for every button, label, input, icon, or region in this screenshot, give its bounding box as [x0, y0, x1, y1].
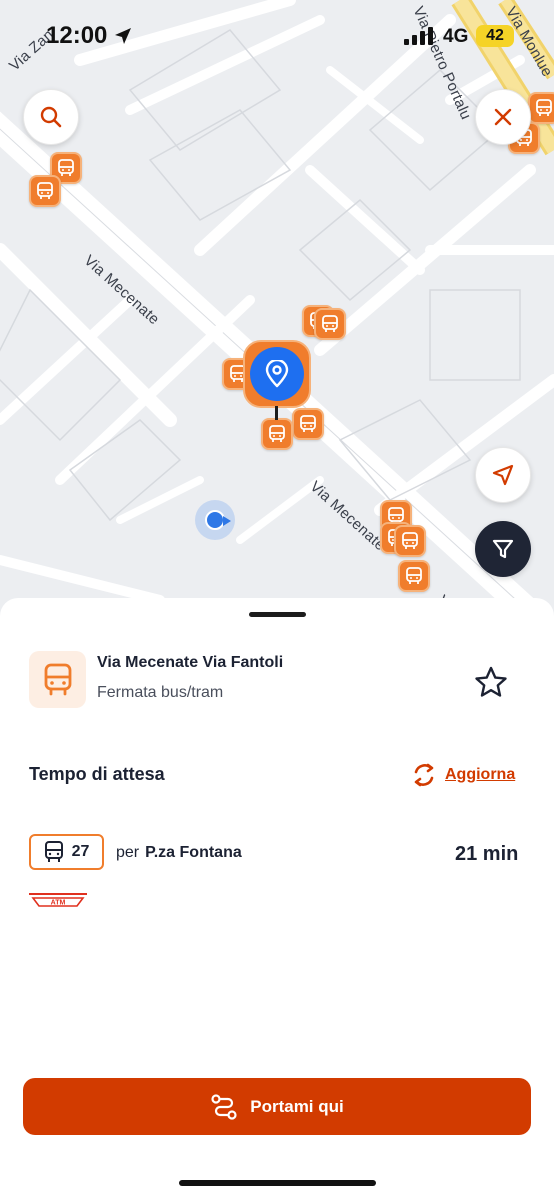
- bus-stop-marker[interactable]: [314, 308, 346, 340]
- refresh-button[interactable]: Aggiorna: [411, 762, 515, 788]
- line-badge: 27: [29, 834, 104, 870]
- stop-detail-sheet: Via Mecenate Via Fantoli Fermata bus/tra…: [0, 598, 554, 1200]
- selected-marker-stem: [275, 406, 278, 420]
- bus-stop-marker[interactable]: [528, 92, 554, 124]
- bus-icon: [44, 841, 63, 862]
- take-me-there-label: Portami qui: [250, 1096, 344, 1116]
- navigation-arrow-icon: [492, 464, 514, 486]
- status-time: 12:00: [46, 22, 108, 49]
- bus-icon: [322, 315, 338, 332]
- stop-name: Via Mecenate Via Fantoli: [97, 654, 284, 671]
- refresh-icon: [414, 763, 434, 787]
- bus-icon: [536, 99, 552, 116]
- heading-indicator: [223, 516, 231, 526]
- svg-text:ATM: ATM: [51, 900, 66, 907]
- take-me-there-button[interactable]: Portami qui: [23, 1078, 531, 1135]
- map-roads: [0, 0, 554, 640]
- home-indicator: [179, 1180, 376, 1186]
- locate-me-button[interactable]: [475, 447, 531, 503]
- selected-stop-pin: [250, 347, 304, 401]
- network-type: 4G: [443, 26, 469, 47]
- search-button[interactable]: [23, 89, 79, 145]
- user-location-marker: [195, 500, 235, 540]
- user-location-dot: [205, 510, 225, 530]
- bus-stop-marker[interactable]: [261, 418, 293, 450]
- battery-indicator: 42: [476, 25, 514, 47]
- bus-stop-marker[interactable]: [394, 525, 426, 557]
- cellular-signal-icon: [404, 27, 433, 45]
- location-services-icon: [115, 28, 131, 44]
- search-icon: [40, 106, 62, 128]
- bus-stop-marker[interactable]: [398, 560, 430, 592]
- waiting-time-title: Tempo di attesa: [29, 764, 165, 784]
- bus-icon: [44, 663, 71, 695]
- bus-icon: [402, 532, 418, 549]
- close-button[interactable]: [475, 89, 531, 145]
- refresh-label: Aggiorna: [445, 766, 516, 783]
- selected-stop-marker[interactable]: [243, 340, 311, 408]
- status-bar: 12:00 4G 42: [0, 0, 554, 72]
- bus-stop-marker[interactable]: [292, 408, 324, 440]
- sheet-grabber[interactable]: [249, 612, 306, 617]
- line-number: 27: [71, 843, 90, 860]
- favorite-button[interactable]: [472, 664, 510, 705]
- bus-icon: [406, 567, 422, 584]
- map[interactable]: Via Mecenate Via Mecenate Via Zan Via Pi…: [0, 0, 554, 640]
- bus-icon: [37, 182, 53, 199]
- destination-prefix: per: [116, 844, 140, 861]
- map-pin-icon: [265, 360, 289, 388]
- filter-button[interactable]: [475, 521, 531, 577]
- close-icon: [494, 108, 512, 126]
- stop-type: Fermata bus/tram: [97, 684, 224, 701]
- bus-stop-marker[interactable]: [29, 175, 61, 207]
- destination-name: P.za Fontana: [145, 844, 242, 861]
- atm-logo: ATM: [29, 892, 87, 913]
- arrival-eta: 21 min: [455, 843, 519, 865]
- bus-icon: [300, 415, 316, 432]
- destination: per P.za Fontana: [116, 844, 242, 862]
- atm-logo-mark: ATM: [29, 893, 87, 907]
- stop-type-badge: [29, 651, 86, 708]
- bus-icon: [269, 425, 285, 442]
- bus-icon: [58, 159, 74, 176]
- star-icon: [475, 666, 507, 697]
- filter-icon: [492, 539, 514, 559]
- route-icon: [211, 1093, 237, 1120]
